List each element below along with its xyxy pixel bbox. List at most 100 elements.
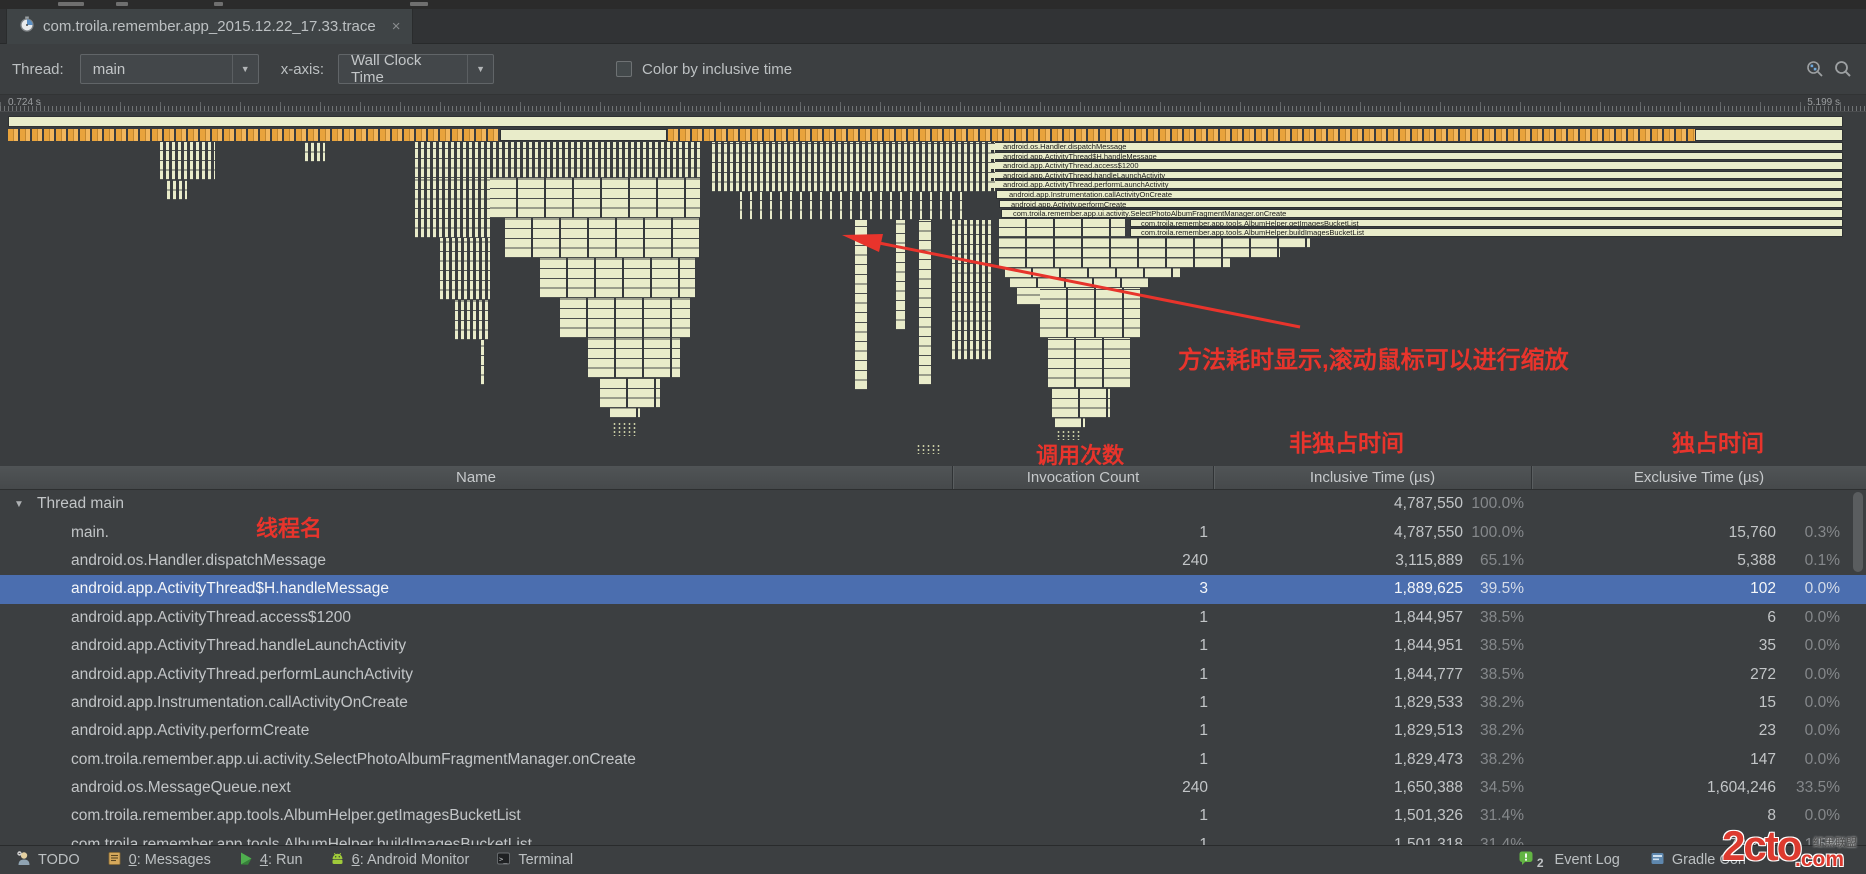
trace-file-tab[interactable]: com.troila.remember.app_2015.12.22_17.33… — [6, 9, 414, 44]
flame-call-cluster[interactable] — [167, 180, 187, 200]
flame-chart[interactable]: android.os.Handler.dispatchMessage androi… — [0, 112, 1866, 466]
flame-call-cluster[interactable] — [610, 408, 640, 418]
table-row[interactable]: android.app.ActivityThread.performLaunch… — [0, 660, 1866, 688]
flame-long-call-bar[interactable] — [1695, 129, 1843, 141]
table-scrollbar-thumb[interactable] — [1853, 492, 1863, 572]
table-row[interactable]: com.troila.remember.app.ui.activity.Sele… — [0, 746, 1866, 774]
status-bar: TODO 0: Messages 4: Run 6: Android Monitor >… — [0, 845, 1866, 874]
table-row[interactable]: android.app.Instrumentation.callActivity… — [0, 689, 1866, 717]
color-by-inclusive-label: Color by inclusive time — [642, 60, 793, 78]
flame-call-cluster[interactable] — [490, 178, 700, 218]
flame-call-cluster[interactable] — [588, 338, 680, 378]
table-row[interactable]: android.app.ActivityThread.access$1200 1 1… — [0, 604, 1866, 632]
menu-remnant — [410, 2, 428, 6]
flame-call-cluster[interactable] — [1048, 338, 1130, 388]
table-row[interactable]: com.troila.remember.app.tools.AlbumHelpe… — [0, 802, 1866, 830]
table-row[interactable]: android.app.ActivityThread.handleLaunchA… — [0, 632, 1866, 660]
column-header-exclusive-time[interactable]: Exclusive Time (µs) — [1531, 466, 1866, 489]
method-name: android.app.Instrumentation.callActivity… — [71, 693, 408, 711]
statusbar-item-label: 4: Run — [259, 852, 303, 868]
flame-call-cluster[interactable] — [560, 298, 690, 338]
table-row[interactable]: com.troila.remember.app.tools.AlbumHelpe… — [0, 831, 1866, 845]
flame-call-cluster[interactable] — [999, 228, 1125, 237]
inclusive-time-cell: 1,829,533 38.2% — [1394, 693, 1524, 711]
exclusive-time-cell: 73,299 1.5% — [1728, 835, 1840, 845]
annotation-exclusive-time: 独占时间 — [1672, 430, 1764, 456]
flame-call-cluster[interactable] — [855, 220, 867, 390]
statusbar-item-terminal[interactable]: >_ Terminal — [496, 851, 573, 870]
table-row[interactable]: android.app.Activity.performCreate 1 1,829… — [0, 717, 1866, 745]
flame-deep-dots — [916, 444, 942, 454]
flame-call-cluster[interactable] — [919, 220, 931, 385]
flame-frame[interactable]: android.app.ActivityThread.handleLaunchA… — [990, 170, 1843, 180]
table-header: Name Invocation Count Inclusive Time (µs… — [0, 466, 1866, 490]
flame-call-cluster[interactable] — [305, 142, 325, 162]
zoom-fit-icon[interactable] — [1806, 60, 1824, 78]
flame-call-cluster[interactable] — [999, 258, 1230, 268]
trace-viewer-window: com.troila.remember.app_2015.12.22_17.33… — [0, 0, 1866, 874]
statusbar-item-gradle-con[interactable]: Gradle Con — [1650, 851, 1746, 870]
flame-call-cluster[interactable] — [952, 220, 992, 360]
table-row[interactable]: android.app.ActivityThread$H.handleMessa… — [0, 575, 1866, 604]
statusbar-item-event-log[interactable]: 2 Event Log — [1518, 850, 1620, 870]
search-icon[interactable] — [1834, 60, 1852, 78]
flame-call-cluster[interactable] — [415, 142, 700, 178]
flame-frame[interactable]: android.app.Activity.performCreate — [999, 199, 1843, 209]
flame-frame[interactable]: android.app.ActivityThread$H.handleMessa… — [990, 151, 1843, 161]
expander-icon[interactable]: ▼ — [14, 499, 28, 510]
timeline-ruler[interactable]: 0.724 s 5.199 s — [0, 95, 1866, 112]
thread-label: Thread: — [12, 60, 64, 78]
flame-call-cluster[interactable] — [455, 300, 490, 340]
column-header-name[interactable]: Name — [0, 466, 952, 489]
flame-call-cluster[interactable] — [481, 340, 487, 385]
flame-frame[interactable]: android.os.Handler.dispatchMessage — [988, 142, 1843, 151]
flame-call-cluster[interactable] — [600, 378, 660, 408]
table-row[interactable]: android.os.MessageQueue.next 240 1,650,388… — [0, 774, 1866, 802]
flame-frame[interactable]: android.app.Instrumentation.callActivity… — [996, 190, 1843, 199]
statusbar-item-todo[interactable]: TODO — [16, 850, 80, 870]
flame-call-cluster[interactable] — [1040, 288, 1140, 338]
flame-frame[interactable]: com.troila.remember.app.tools.AlbumHelpe… — [1130, 228, 1843, 237]
flame-frame[interactable]: android.app.ActivityThread.access$1200 — [990, 161, 1843, 170]
exclusive-time-cell: 35 0.0% — [1758, 637, 1840, 655]
statusbar-item-messages[interactable]: 0: Messages — [107, 851, 211, 870]
flame-frame[interactable]: com.troila.remember.app.ui.activity.Sele… — [1001, 209, 1843, 218]
flame-call-cluster[interactable] — [999, 248, 1280, 258]
flame-call-cluster[interactable] — [712, 142, 995, 192]
flame-main-bar[interactable] — [8, 116, 1843, 127]
flame-frame[interactable]: android.app.ActivityThread.performLaunch… — [990, 180, 1843, 189]
flame-call-cluster[interactable] — [160, 142, 215, 180]
flame-call-cluster[interactable] — [540, 258, 695, 298]
chevron-down-icon: ▼ — [467, 55, 493, 83]
statusbar-item-label: 6: Android Monitor — [351, 852, 470, 868]
flame-call-cluster[interactable] — [1010, 278, 1150, 288]
flame-busy-band[interactable] — [8, 129, 1843, 141]
flame-call-cluster[interactable] — [1052, 388, 1110, 418]
statusbar-item-run[interactable]: 4: Run — [238, 851, 303, 870]
flame-call-cluster[interactable] — [896, 220, 905, 330]
inclusive-time-cell: 1,889,625 39.5% — [1394, 580, 1524, 598]
statusbar-item-android-monitor[interactable]: 6: Android Monitor — [330, 851, 470, 870]
flame-long-call-bar[interactable] — [500, 129, 667, 141]
column-header-inclusive-time[interactable]: Inclusive Time (µs) — [1213, 466, 1531, 489]
flame-call-cluster[interactable] — [1055, 418, 1085, 428]
color-by-inclusive-checkbox[interactable] — [616, 61, 633, 77]
method-name: com.troila.remember.app.tools.AlbumHelpe… — [71, 835, 532, 845]
method-name: Thread main — [37, 495, 125, 513]
flame-frame[interactable]: com.troila.remember.app.tools.AlbumHelpe… — [1130, 218, 1843, 228]
table-row[interactable]: android.os.Handler.dispatchMessage 240 3,1… — [0, 547, 1866, 575]
method-name: main. — [71, 523, 109, 541]
exclusive-time-cell: 8 0.0% — [1767, 807, 1840, 825]
flame-call-cluster[interactable] — [999, 219, 1125, 228]
flame-call-cluster[interactable] — [740, 192, 970, 220]
flame-call-cluster[interactable] — [440, 238, 490, 300]
thread-select[interactable]: main ▼ — [79, 54, 259, 84]
xaxis-select[interactable]: Wall Clock Time ▼ — [338, 52, 495, 86]
close-icon[interactable]: × — [392, 18, 401, 35]
flame-call-cluster[interactable] — [415, 178, 490, 238]
ruler-minor-ticks — [0, 106, 1866, 111]
inclusive-time-cell: 1,829,513 38.2% — [1394, 722, 1524, 740]
flame-call-cluster[interactable] — [999, 238, 1310, 248]
flame-call-cluster[interactable] — [1005, 268, 1180, 278]
flame-call-cluster[interactable] — [505, 218, 700, 258]
